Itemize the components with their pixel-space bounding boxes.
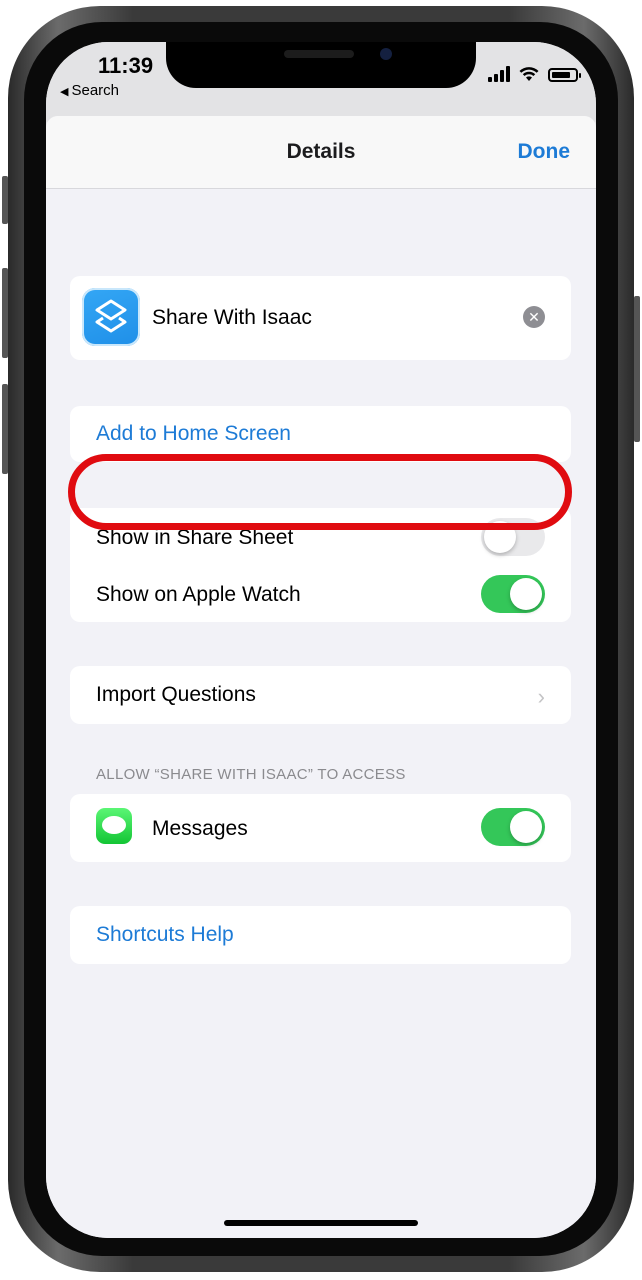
page-title: Details bbox=[286, 140, 356, 163]
show-on-apple-watch-toggle[interactable] bbox=[481, 575, 545, 613]
home-indicator[interactable] bbox=[224, 1220, 418, 1226]
done-button[interactable]: Done bbox=[518, 140, 571, 164]
shortcut-name-card: Share With Isaac ✕ bbox=[70, 276, 571, 360]
show-in-share-sheet-toggle[interactable] bbox=[481, 518, 545, 556]
messages-access-toggle[interactable] bbox=[481, 808, 545, 846]
status-bar: 11:39 ◀ Search bbox=[46, 42, 596, 122]
side-button bbox=[634, 296, 640, 442]
mute-switch bbox=[2, 176, 8, 224]
back-arrow-icon: ◀ bbox=[60, 86, 69, 98]
chevron-right-icon: › bbox=[537, 684, 545, 709]
toggle-knob bbox=[484, 521, 516, 553]
messages-app-icon bbox=[96, 808, 132, 844]
add-to-home-screen-button[interactable]: Add to Home Screen bbox=[96, 422, 291, 446]
speaker-grille bbox=[284, 50, 354, 58]
show-in-share-sheet-label: Show in Share Sheet bbox=[96, 526, 294, 549]
add-to-home-card: Add to Home Screen bbox=[70, 406, 571, 462]
access-card: Messages bbox=[70, 794, 571, 862]
help-card: Shortcuts Help bbox=[70, 906, 571, 964]
toggle-knob bbox=[510, 578, 542, 610]
back-to-search-link[interactable]: ◀ Search bbox=[60, 82, 119, 99]
shortcuts-app-icon bbox=[82, 288, 140, 346]
battery-icon bbox=[548, 68, 581, 82]
status-time: 11:39 bbox=[98, 53, 154, 78]
shortcut-name-field[interactable]: Share With Isaac bbox=[152, 306, 312, 330]
notch bbox=[166, 42, 476, 88]
toggles-card: Show in Share Sheet Show on Apple Watch bbox=[70, 508, 571, 622]
shortcuts-help-button[interactable]: Shortcuts Help bbox=[96, 923, 234, 947]
clear-icon[interactable]: ✕ bbox=[523, 306, 545, 328]
messages-label: Messages bbox=[152, 817, 248, 840]
import-questions-label: Import Questions bbox=[96, 683, 256, 706]
volume-up-button bbox=[2, 268, 8, 358]
access-section-header: ALLOW “SHARE WITH ISAAC” TO ACCESS bbox=[96, 766, 406, 783]
show-on-apple-watch-label: Show on Apple Watch bbox=[96, 583, 301, 606]
import-questions-card[interactable]: Import Questions › bbox=[70, 666, 571, 724]
wifi-icon bbox=[519, 67, 539, 81]
screen: 11:39 ◀ Search Details Done Share With I… bbox=[46, 42, 596, 1238]
navigation-bar: Details Done bbox=[46, 116, 596, 189]
details-sheet: Details Done Share With Isaac ✕ Add to H… bbox=[46, 116, 596, 1238]
status-icons bbox=[488, 62, 581, 82]
volume-down-button bbox=[2, 384, 8, 474]
toggle-knob bbox=[510, 811, 542, 843]
cellular-signal-icon bbox=[488, 66, 510, 82]
front-camera bbox=[380, 48, 392, 60]
back-link-label: Search bbox=[71, 82, 119, 99]
